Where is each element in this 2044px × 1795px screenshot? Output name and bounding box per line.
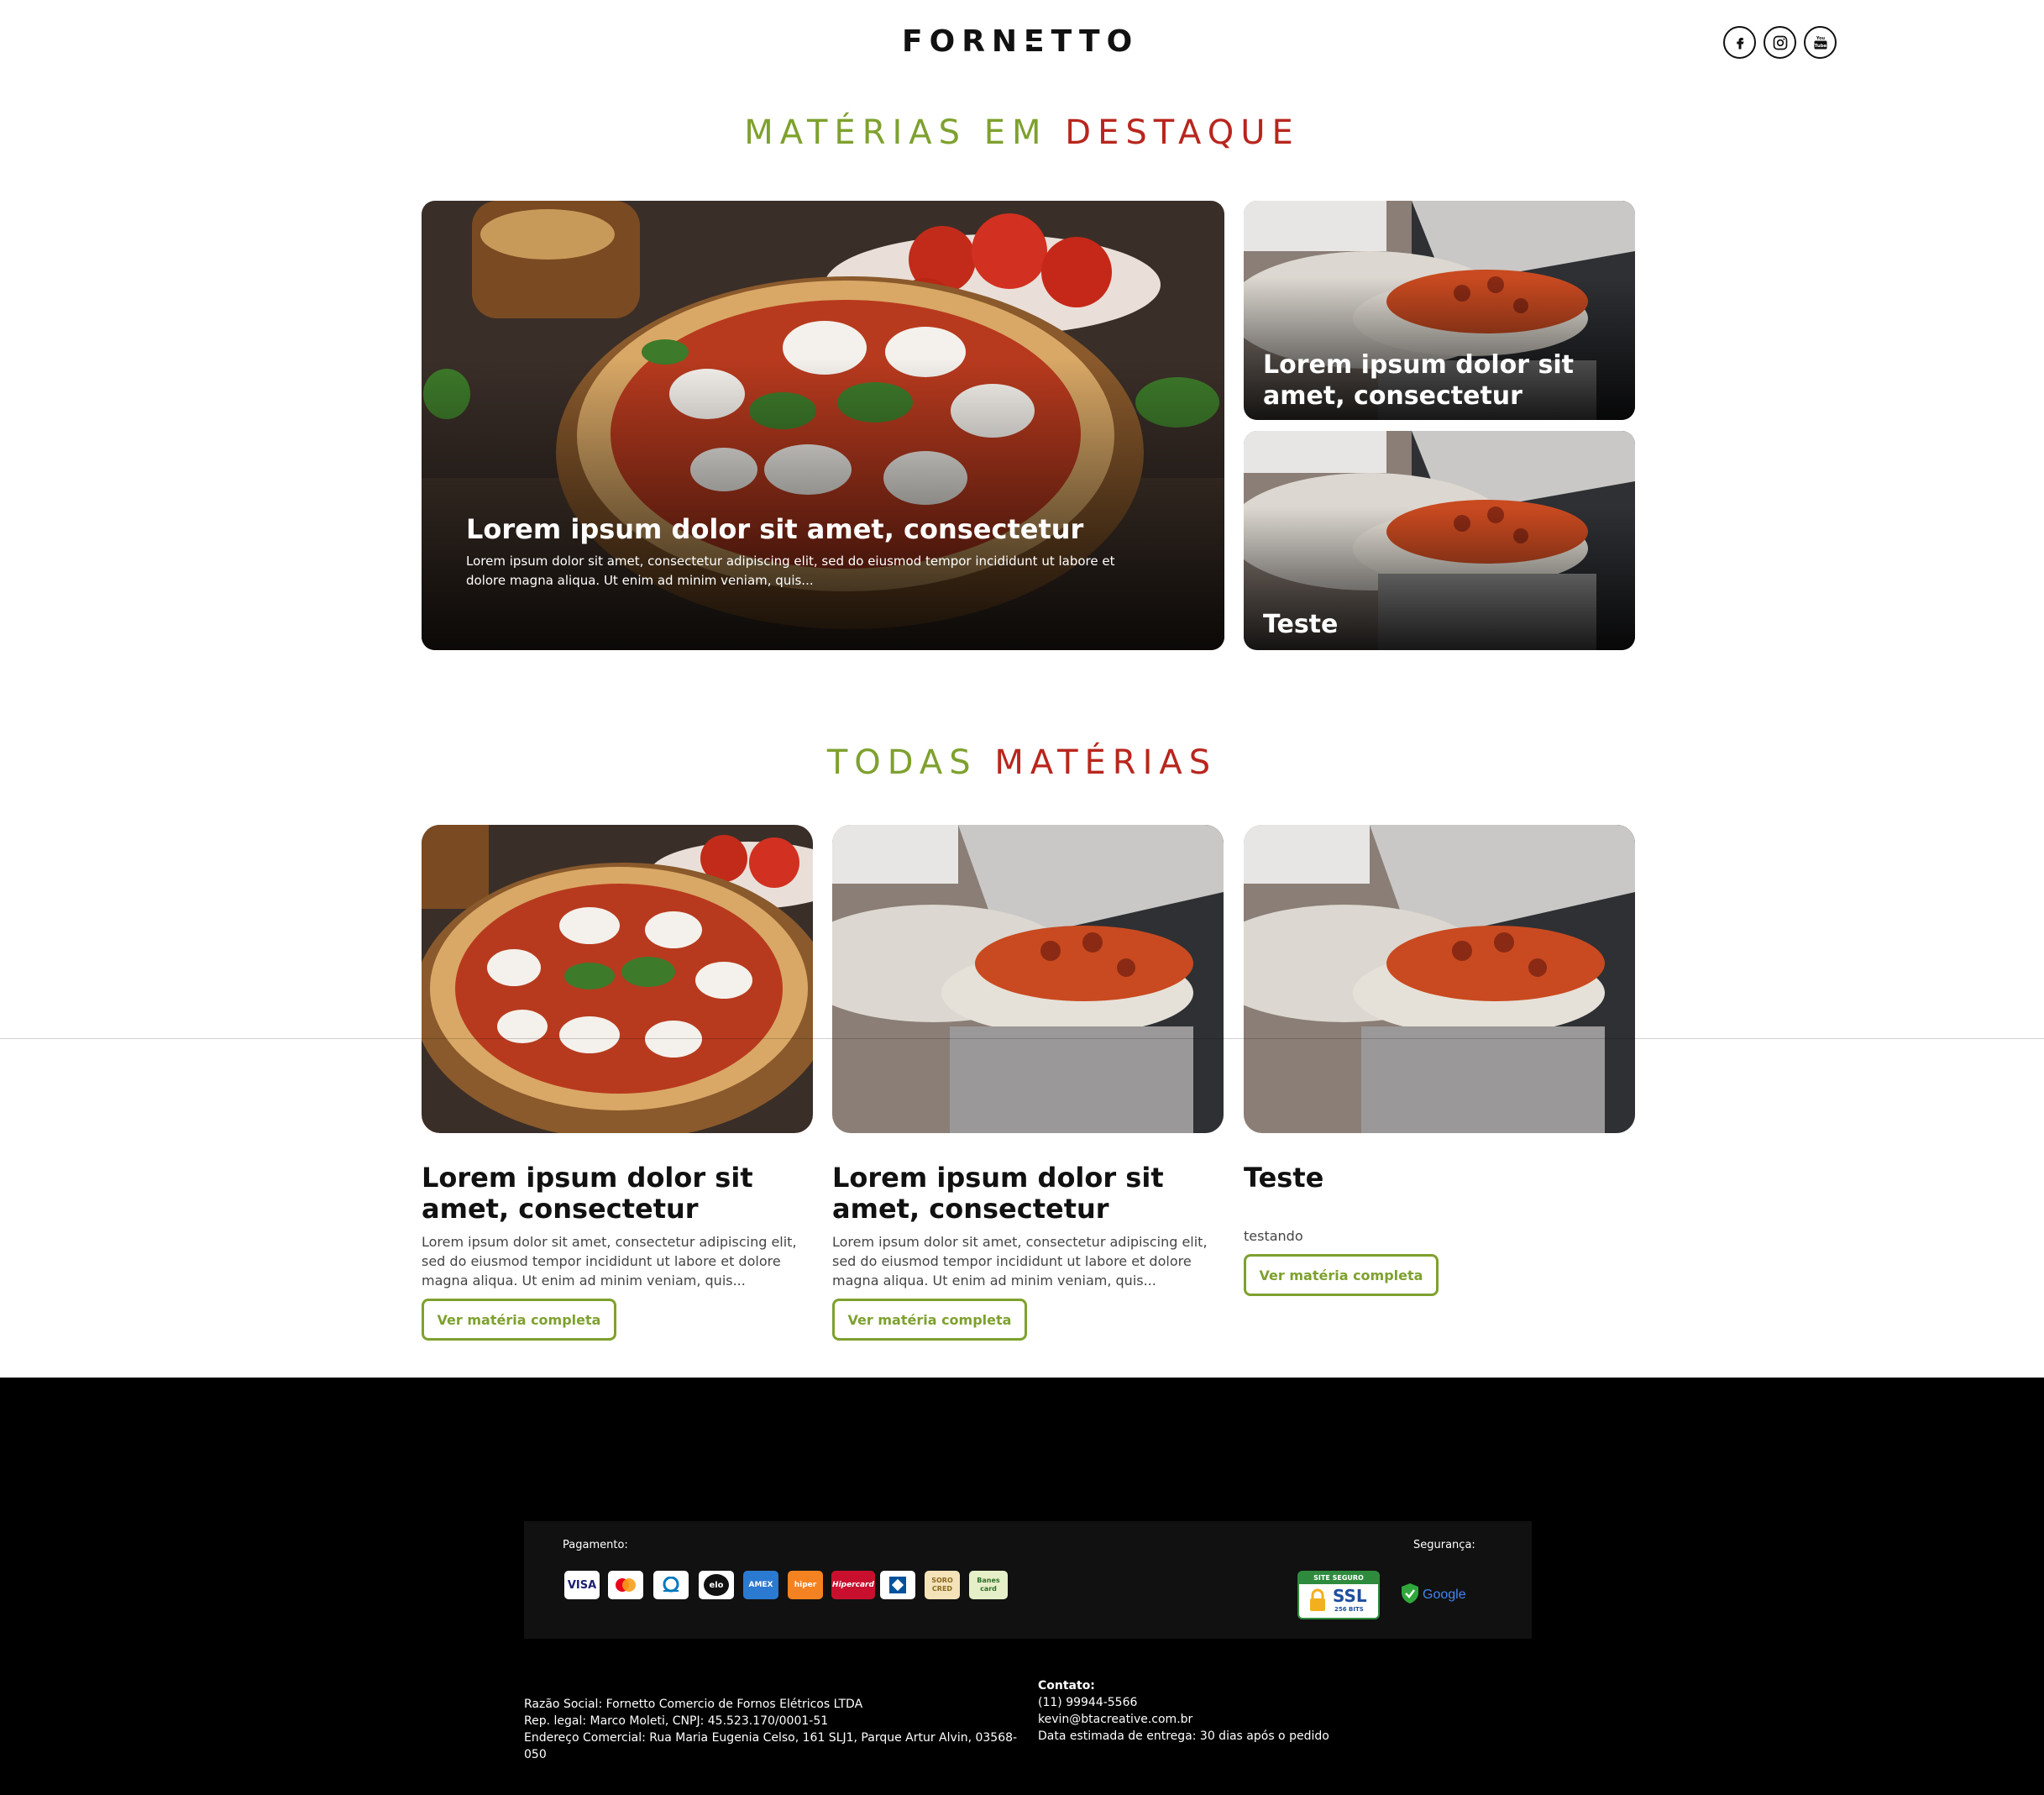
security-label: Segurança: <box>1413 1539 1475 1551</box>
contact-email[interactable]: kevin@btacreative.com.br <box>1038 1711 1458 1728</box>
featured-side2-title: Teste <box>1263 610 1339 639</box>
diners-club-icon <box>653 1571 689 1599</box>
ssl-top-text: SITE SEGURO <box>1299 1572 1378 1584</box>
company-info: Razão Social: Fornetto Comercio de Forno… <box>524 1696 1028 1763</box>
instagram-icon[interactable] <box>1764 26 1796 59</box>
read-more-button[interactable]: Ver matéria completa <box>422 1299 616 1341</box>
ssl-seal-icon: SITE SEGURO SSL 256 BITS <box>1297 1571 1380 1619</box>
youtube-icon[interactable]: You Tube <box>1804 26 1837 59</box>
svg-text:Tube: Tube <box>1814 44 1826 49</box>
read-more-button[interactable]: Ver matéria completa <box>832 1299 1027 1341</box>
featured-main-title: Lorem ipsum dolor sit amet, consectetur <box>466 513 1084 545</box>
featured-side-card-2[interactable]: Teste <box>1244 431 1635 650</box>
article-thumbnail[interactable] <box>1244 825 1635 1133</box>
sorocred-icon: SORO CRED <box>925 1571 960 1599</box>
svg-text:You: You <box>1815 35 1825 40</box>
featured-main-card[interactable]: Lorem ipsum dolor sit amet, consectetur … <box>422 201 1224 650</box>
article-thumbnail[interactable] <box>832 825 1224 1133</box>
contact-phone[interactable]: (11) 99944-5566 <box>1038 1694 1458 1711</box>
contact-label: Contato: <box>1038 1679 1095 1693</box>
featured-title-part-a: MATÉRIAS EM <box>744 113 1048 152</box>
all-title-part-b: MATÉRIAS <box>994 743 1218 782</box>
company-rep: Rep. legal: Marco Moleti, CNPJ: 45.523.1… <box>524 1714 829 1728</box>
article-title[interactable]: Lorem ipsum dolor sit amet, consectetur <box>422 1163 825 1225</box>
elo-card-icon: elo <box>699 1571 734 1599</box>
shield-check-icon <box>1402 1583 1418 1603</box>
delivery-estimate: Data estimada de entrega: 30 dias após o… <box>1038 1729 1329 1743</box>
hiper-icon: hiper <box>788 1571 823 1599</box>
image-shade <box>422 358 1224 650</box>
featured-main-desc: Lorem ipsum dolor sit amet, consectetur … <box>466 554 1115 588</box>
social-links: You Tube <box>1723 26 1837 59</box>
all-section-title: TODAS MATÉRIAS <box>0 743 2044 782</box>
featured-side1-title: Lorem ipsum dolor sit amet, consectetur <box>1263 350 1574 411</box>
visa-icon: VISA <box>564 1571 600 1599</box>
read-more-button[interactable]: Ver matéria completa <box>1244 1254 1439 1296</box>
company-address: Endereço Comercial: Rua Maria Eugenia Ce… <box>524 1731 1018 1761</box>
ssl-sub-text: 256 BITS <box>1334 1606 1364 1613</box>
contact-info: Contato: (11) 99944-5566 kevin@btacreati… <box>1038 1677 1458 1745</box>
pizza-oven-image <box>1244 825 1635 1133</box>
google-text: Google <box>1423 1588 1466 1602</box>
elo-label: elo <box>704 1574 729 1596</box>
amex-icon: AMEX <box>743 1571 778 1599</box>
site-header: FORNE TTO You Tube <box>0 0 2044 92</box>
banescard-icon: Banes card <box>969 1571 1008 1599</box>
article-title[interactable]: Teste <box>1244 1163 1630 1194</box>
featured-side-card-1[interactable]: Lorem ipsum dolor sit amet, consectetur <box>1244 201 1635 420</box>
pizza-oven-image <box>832 825 1224 1133</box>
cabal-icon <box>880 1571 915 1599</box>
hipercard-icon: Hipercard <box>831 1571 875 1599</box>
article-excerpt: Lorem ipsum dolor sit amet, consectetur … <box>422 1234 797 1289</box>
divider-line <box>0 1038 2044 1039</box>
payment-label: Pagamento: <box>563 1539 628 1551</box>
article-thumbnail[interactable] <box>422 825 813 1133</box>
company-legal-name: Razão Social: Fornetto Comercio de Forno… <box>524 1698 863 1711</box>
featured-title-part-b: DESTAQUE <box>1065 113 1300 152</box>
brand-logo[interactable]: FORNE TTO <box>902 25 1132 59</box>
facebook-icon[interactable] <box>1723 26 1756 59</box>
featured-section-title: MATÉRIAS EM DESTAQUE <box>0 113 2044 152</box>
all-title-part-a: TODAS <box>826 743 977 782</box>
ssl-main-text: SSL <box>1333 1586 1367 1606</box>
article-excerpt: testando <box>1244 1228 1303 1244</box>
mastercard-icon <box>608 1571 643 1599</box>
article-excerpt: Lorem ipsum dolor sit amet, consectetur … <box>832 1234 1208 1289</box>
google-safe-badge: Google <box>1401 1582 1471 1609</box>
article-title[interactable]: Lorem ipsum dolor sit amet, consectetur <box>832 1163 1235 1225</box>
pizza-margherita-image <box>422 825 813 1133</box>
